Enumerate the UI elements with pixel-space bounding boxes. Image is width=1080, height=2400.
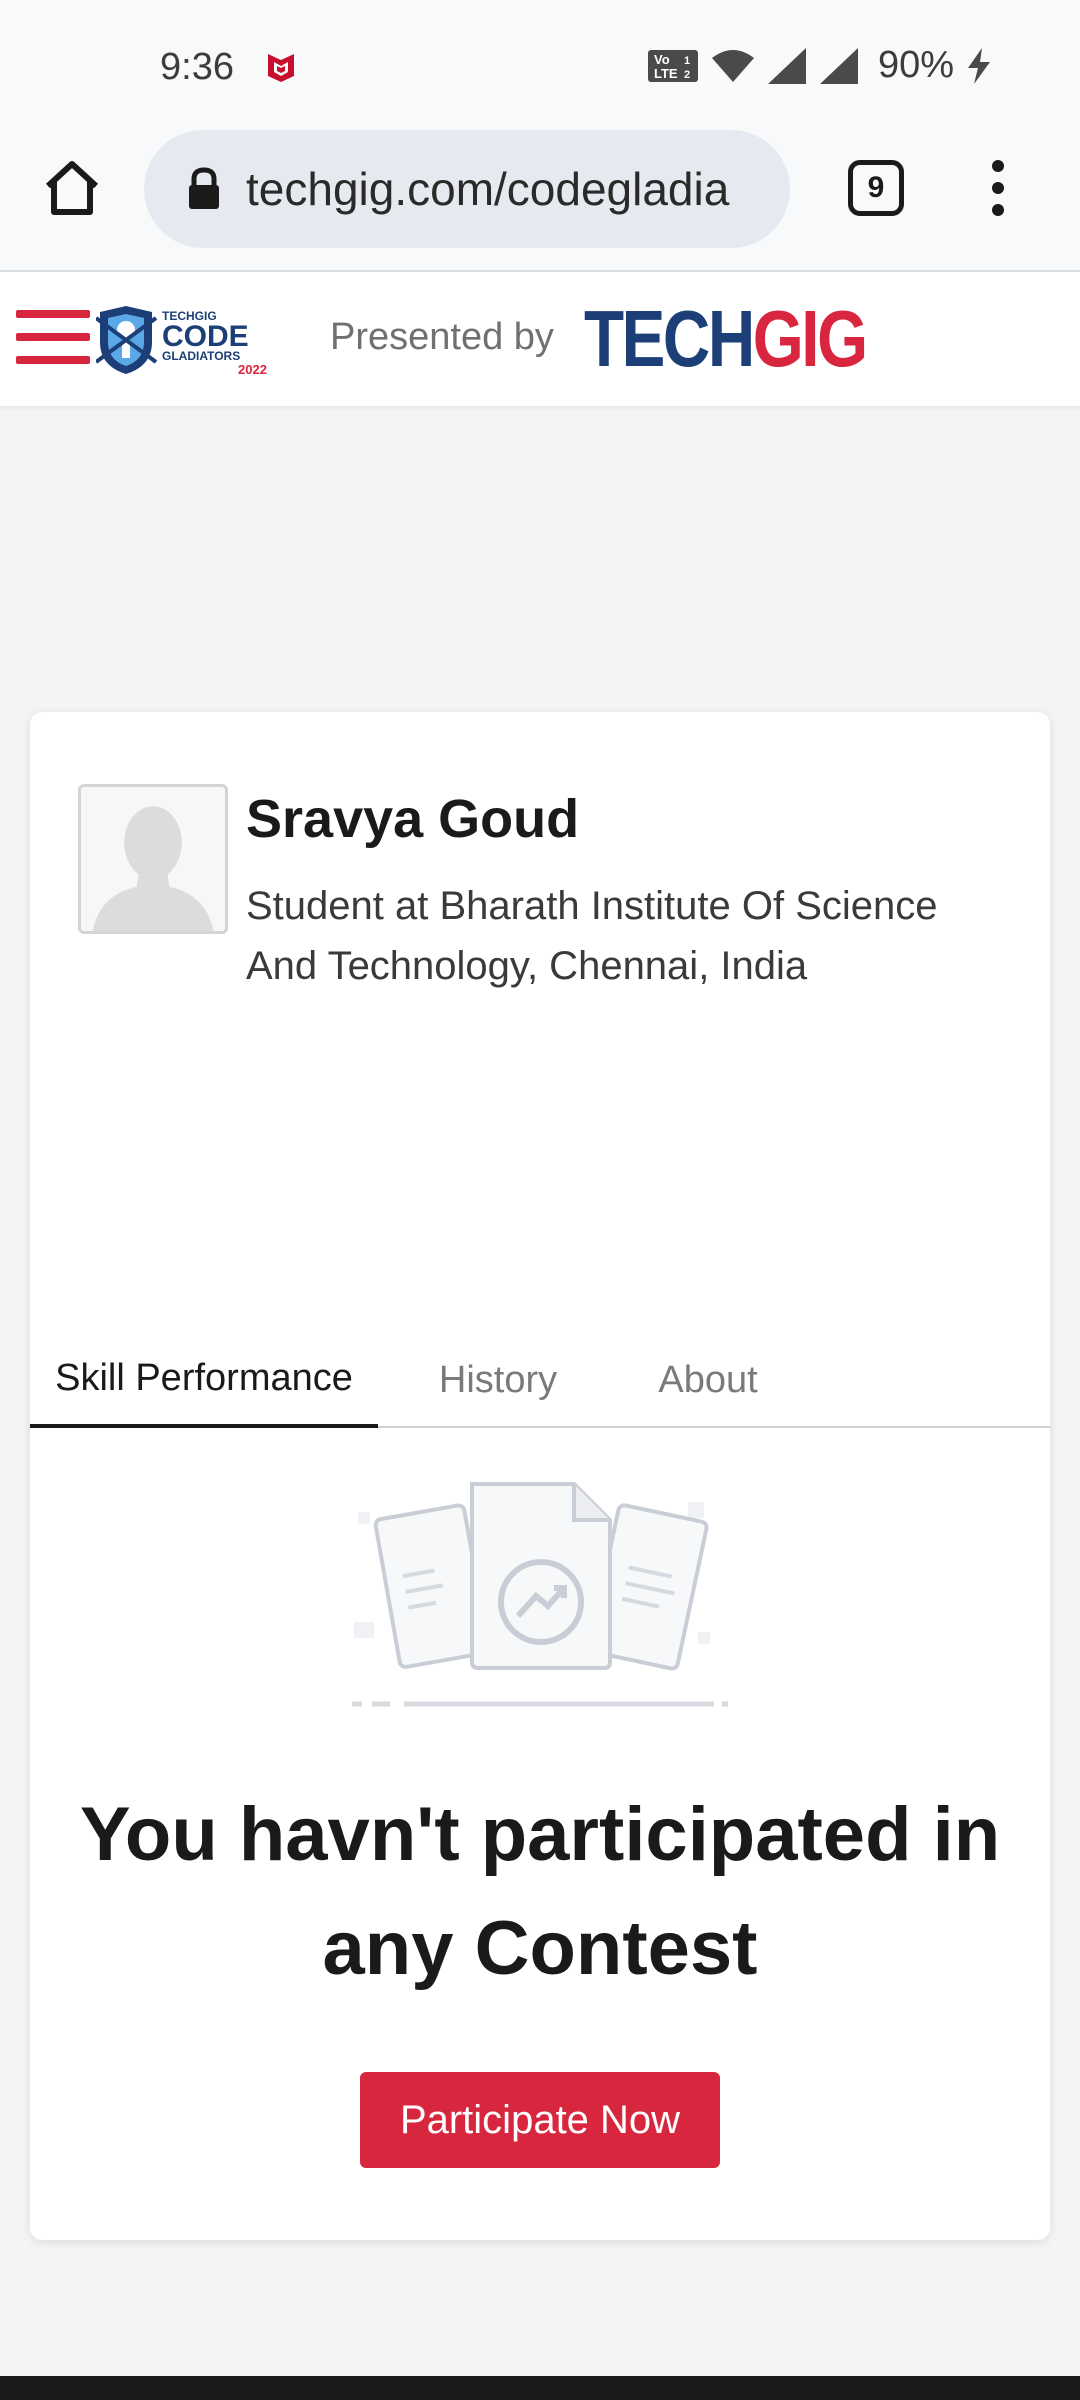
code-gladiators-logo[interactable]: TECHGIG CODE GLADIATORS 2022 (96, 302, 282, 378)
event-logo-sub: GLADIATORS (162, 349, 240, 363)
mcafee-icon (268, 54, 294, 82)
wifi-icon (711, 49, 754, 82)
address-bar[interactable]: techgig.com/codegladia (144, 130, 790, 248)
svg-text:Vo: Vo (654, 52, 670, 67)
event-logo-year: 2022 (238, 362, 267, 377)
system-navigation-bar (0, 2376, 1080, 2400)
lock-icon (189, 167, 219, 209)
charging-bolt-icon (968, 47, 990, 84)
empty-state-message: You havn't participated in any Contest (79, 1792, 1001, 1991)
signal-roaming-icon: R (819, 47, 858, 86)
tab-switcher-button[interactable]: 9 (848, 160, 904, 216)
tab-about[interactable]: About (618, 1332, 798, 1428)
profile-name: Sravya Goud (246, 789, 580, 849)
url-text: techgig.com/codegladia (246, 163, 730, 215)
browser-toolbar: techgig.com/codegladia 9 (0, 130, 1080, 272)
documents-chart-icon (352, 1482, 728, 1707)
svg-text:LTE: LTE (654, 66, 678, 81)
more-vert-icon[interactable] (978, 156, 1018, 220)
svg-text:2: 2 (684, 69, 690, 81)
presented-by-label: Presented by (330, 316, 554, 358)
svg-text:R: R (846, 71, 856, 86)
logo-text-gig: GIG (752, 294, 868, 383)
battery-level: 90% (877, 44, 954, 86)
signal-icon (767, 47, 806, 84)
participate-now-button[interactable]: Participate Now (360, 2072, 720, 2168)
volte-icon: Vo LTE 1 2 (647, 49, 698, 82)
home-icon[interactable] (40, 156, 104, 220)
profile-card: Sravya Goud Student at Bharath Institute… (30, 712, 1050, 2240)
avatar (78, 784, 228, 934)
profile-tabs: Skill Performance History About (30, 1332, 1050, 1428)
profile-description: Student at Bharath Institute Of Science … (246, 884, 938, 988)
status-bar: 9:36 Vo LTE 1 2 R 90% (0, 0, 1080, 130)
status-time: 9:36 (160, 46, 234, 88)
tab-skill-performance[interactable]: Skill Performance (30, 1332, 378, 1428)
tab-history[interactable]: History (408, 1332, 588, 1428)
svg-text:1: 1 (684, 55, 690, 67)
techgig-logo[interactable]: TECH GIG (584, 294, 868, 383)
user-placeholder-icon (92, 806, 214, 931)
site-header: TECHGIG CODE GLADIATORS 2022 Presented b… (0, 272, 1080, 406)
hamburger-menu-icon[interactable] (16, 310, 90, 364)
logo-text-tech: TECH (584, 294, 755, 383)
